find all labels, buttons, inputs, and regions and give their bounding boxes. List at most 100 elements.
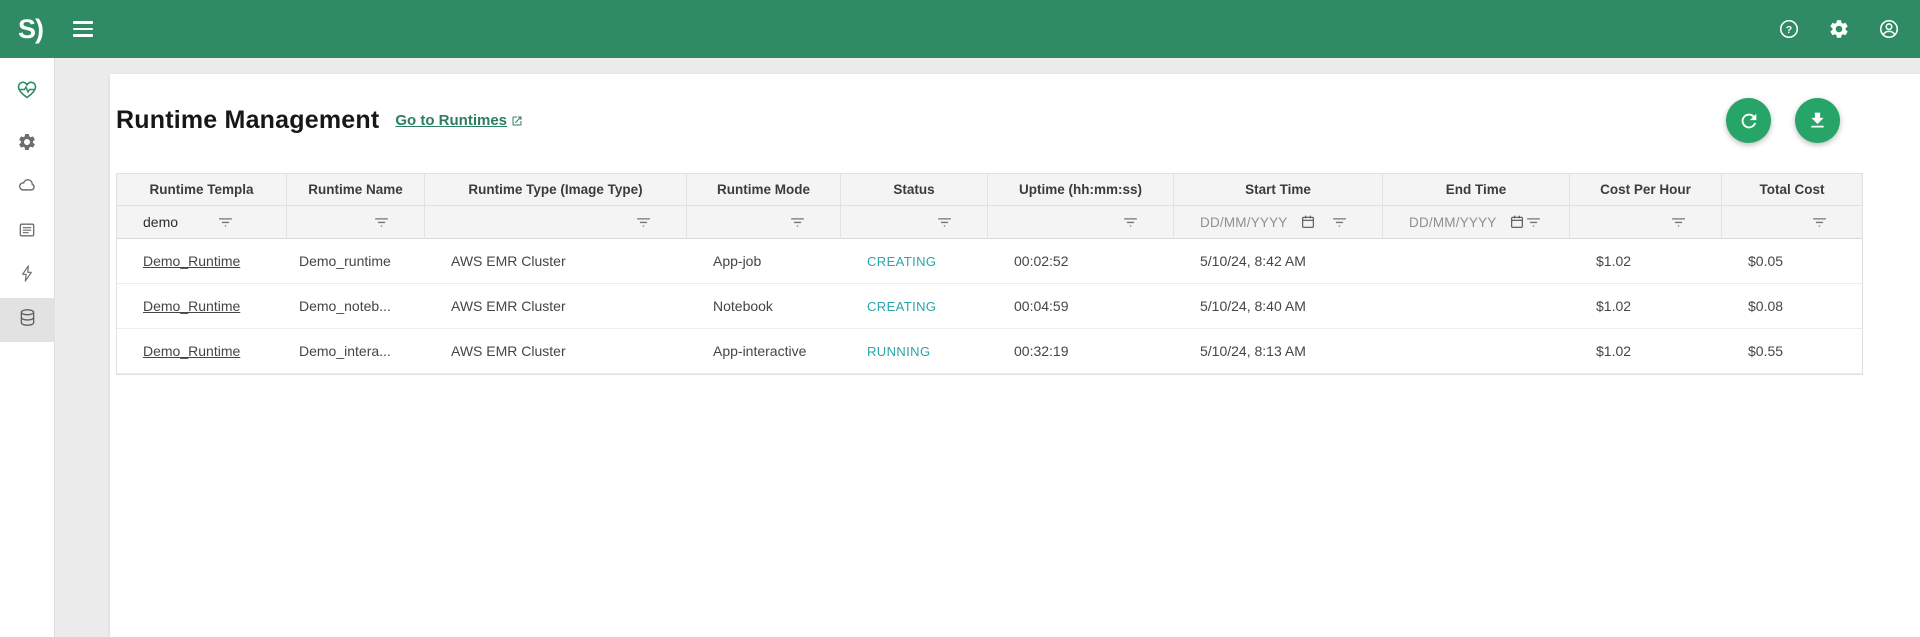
table-row: Demo_Runtime Demo_runtime AWS EMR Cluste… bbox=[117, 239, 1862, 284]
runtime-name-cell: Demo_runtime bbox=[287, 239, 425, 284]
app-logo[interactable]: S) bbox=[18, 14, 43, 45]
column-header-runtime-template[interactable]: Runtime Templa bbox=[117, 174, 287, 206]
uptime-cell: 00:32:19 bbox=[988, 329, 1174, 374]
list-icon bbox=[17, 220, 37, 245]
status-badge: CREATING bbox=[867, 254, 936, 269]
filter-icon[interactable] bbox=[1670, 214, 1687, 231]
status-badge: CREATING bbox=[867, 299, 936, 314]
table-filter-row bbox=[117, 206, 1862, 239]
total-cost-cell: $0.05 bbox=[1722, 239, 1862, 284]
refresh-button[interactable] bbox=[1726, 98, 1771, 143]
runtime-type-cell: AWS EMR Cluster bbox=[425, 329, 687, 374]
calendar-icon[interactable] bbox=[1300, 214, 1316, 230]
svg-text:?: ? bbox=[1786, 24, 1792, 36]
go-to-runtimes-link[interactable]: Go to Runtimes bbox=[395, 112, 523, 129]
status-cell: CREATING bbox=[841, 284, 988, 329]
filter-cell-runtime-mode bbox=[687, 206, 841, 239]
content-card: Runtime Management Go to Runtimes bbox=[110, 74, 1920, 637]
go-to-runtimes-label: Go to Runtimes bbox=[395, 112, 507, 129]
settings-gear-icon[interactable] bbox=[1826, 16, 1852, 42]
uptime-cell: 00:02:52 bbox=[988, 239, 1174, 284]
sidebar-item-health[interactable] bbox=[0, 70, 55, 114]
runtime-type-cell: AWS EMR Cluster bbox=[425, 284, 687, 329]
menu-icon[interactable] bbox=[69, 17, 97, 41]
runtime-template-link[interactable]: Demo_Runtime bbox=[143, 298, 240, 314]
topbar: S) ? bbox=[0, 0, 1920, 58]
filter-icon[interactable] bbox=[936, 214, 953, 231]
start-time-cell: 5/10/24, 8:42 AM bbox=[1174, 239, 1383, 284]
database-icon bbox=[17, 307, 38, 333]
start-date-filter-input[interactable] bbox=[1200, 215, 1292, 230]
end-time-cell bbox=[1383, 239, 1570, 284]
column-header-status[interactable]: Status bbox=[841, 174, 988, 206]
column-header-runtime-name[interactable]: Runtime Name bbox=[287, 174, 425, 206]
external-link-icon bbox=[511, 115, 523, 127]
sidebar-item-environments[interactable] bbox=[0, 166, 55, 210]
runtime-name-cell: Demo_noteb... bbox=[287, 284, 425, 329]
sidebar-item-runtimes[interactable] bbox=[0, 298, 55, 342]
column-header-start-time[interactable]: Start Time bbox=[1174, 174, 1383, 206]
filter-cell-total-cost bbox=[1722, 206, 1862, 239]
help-icon[interactable]: ? bbox=[1776, 16, 1802, 42]
column-header-runtime-mode[interactable]: Runtime Mode bbox=[687, 174, 841, 206]
filter-icon[interactable] bbox=[1122, 214, 1139, 231]
filter-icon[interactable] bbox=[789, 214, 806, 231]
filter-icon[interactable] bbox=[373, 214, 390, 231]
sidebar-item-catalog[interactable] bbox=[0, 210, 55, 254]
runtime-table: Runtime Templa Runtime Name Runtime Type… bbox=[116, 173, 1863, 375]
download-button[interactable] bbox=[1795, 98, 1840, 143]
sidebar-item-settings[interactable] bbox=[0, 122, 55, 166]
status-badge: RUNNING bbox=[867, 344, 930, 359]
filter-cell-start-time bbox=[1174, 206, 1383, 239]
filter-icon[interactable] bbox=[1331, 214, 1348, 231]
cost-per-hour-cell: $1.02 bbox=[1570, 239, 1722, 284]
column-header-runtime-type[interactable]: Runtime Type (Image Type) bbox=[425, 174, 687, 206]
end-time-cell bbox=[1383, 284, 1570, 329]
account-icon[interactable] bbox=[1876, 16, 1902, 42]
runtime-mode-cell: App-job bbox=[687, 239, 841, 284]
runtime-template-link[interactable]: Demo_Runtime bbox=[143, 253, 240, 269]
runtime-mode-cell: App-interactive bbox=[687, 329, 841, 374]
table-row: Demo_Runtime Demo_noteb... AWS EMR Clust… bbox=[117, 284, 1862, 329]
end-time-cell bbox=[1383, 329, 1570, 374]
download-icon bbox=[1807, 110, 1828, 131]
bolt-icon bbox=[18, 264, 37, 288]
filter-icon[interactable] bbox=[1811, 214, 1828, 231]
runtime-type-cell: AWS EMR Cluster bbox=[425, 239, 687, 284]
heart-pulse-icon bbox=[15, 78, 39, 107]
total-cost-cell: $0.55 bbox=[1722, 329, 1862, 374]
refresh-icon bbox=[1738, 110, 1760, 132]
table-row: Demo_Runtime Demo_intera... AWS EMR Clus… bbox=[117, 329, 1862, 374]
cost-per-hour-cell: $1.02 bbox=[1570, 284, 1722, 329]
runtime-template-cell: Demo_Runtime bbox=[117, 329, 287, 374]
cloud-icon bbox=[17, 175, 38, 201]
column-header-uptime[interactable]: Uptime (hh:mm:ss) bbox=[988, 174, 1174, 206]
filter-cell-cost-per-hour bbox=[1570, 206, 1722, 239]
filter-icon[interactable] bbox=[635, 214, 652, 231]
calendar-icon[interactable] bbox=[1509, 214, 1525, 230]
column-header-end-time[interactable]: End Time bbox=[1383, 174, 1570, 206]
runtime-mode-cell: Notebook bbox=[687, 284, 841, 329]
column-header-cost-per-hour[interactable]: Cost Per Hour bbox=[1570, 174, 1722, 206]
runtime-template-cell: Demo_Runtime bbox=[117, 239, 287, 284]
gear-icon bbox=[17, 132, 37, 157]
status-cell: RUNNING bbox=[841, 329, 988, 374]
runtime-template-link[interactable]: Demo_Runtime bbox=[143, 343, 240, 359]
sidebar bbox=[0, 58, 55, 637]
filter-cell-end-time bbox=[1383, 206, 1570, 239]
page-title: Runtime Management bbox=[116, 106, 379, 135]
start-time-cell: 5/10/24, 8:40 AM bbox=[1174, 284, 1383, 329]
runtime-name-cell: Demo_intera... bbox=[287, 329, 425, 374]
filter-icon[interactable] bbox=[217, 214, 234, 231]
start-time-cell: 5/10/24, 8:13 AM bbox=[1174, 329, 1383, 374]
runtime-template-filter-input[interactable] bbox=[143, 214, 213, 230]
sidebar-item-compute[interactable] bbox=[0, 254, 55, 298]
filter-cell-uptime bbox=[988, 206, 1174, 239]
column-header-total-cost[interactable]: Total Cost bbox=[1722, 174, 1862, 206]
end-date-filter-input[interactable] bbox=[1409, 215, 1501, 230]
total-cost-cell: $0.08 bbox=[1722, 284, 1862, 329]
page-header: Runtime Management Go to Runtimes bbox=[110, 74, 1920, 143]
filter-icon[interactable] bbox=[1525, 214, 1542, 231]
filter-cell-runtime-type bbox=[425, 206, 687, 239]
status-cell: CREATING bbox=[841, 239, 988, 284]
